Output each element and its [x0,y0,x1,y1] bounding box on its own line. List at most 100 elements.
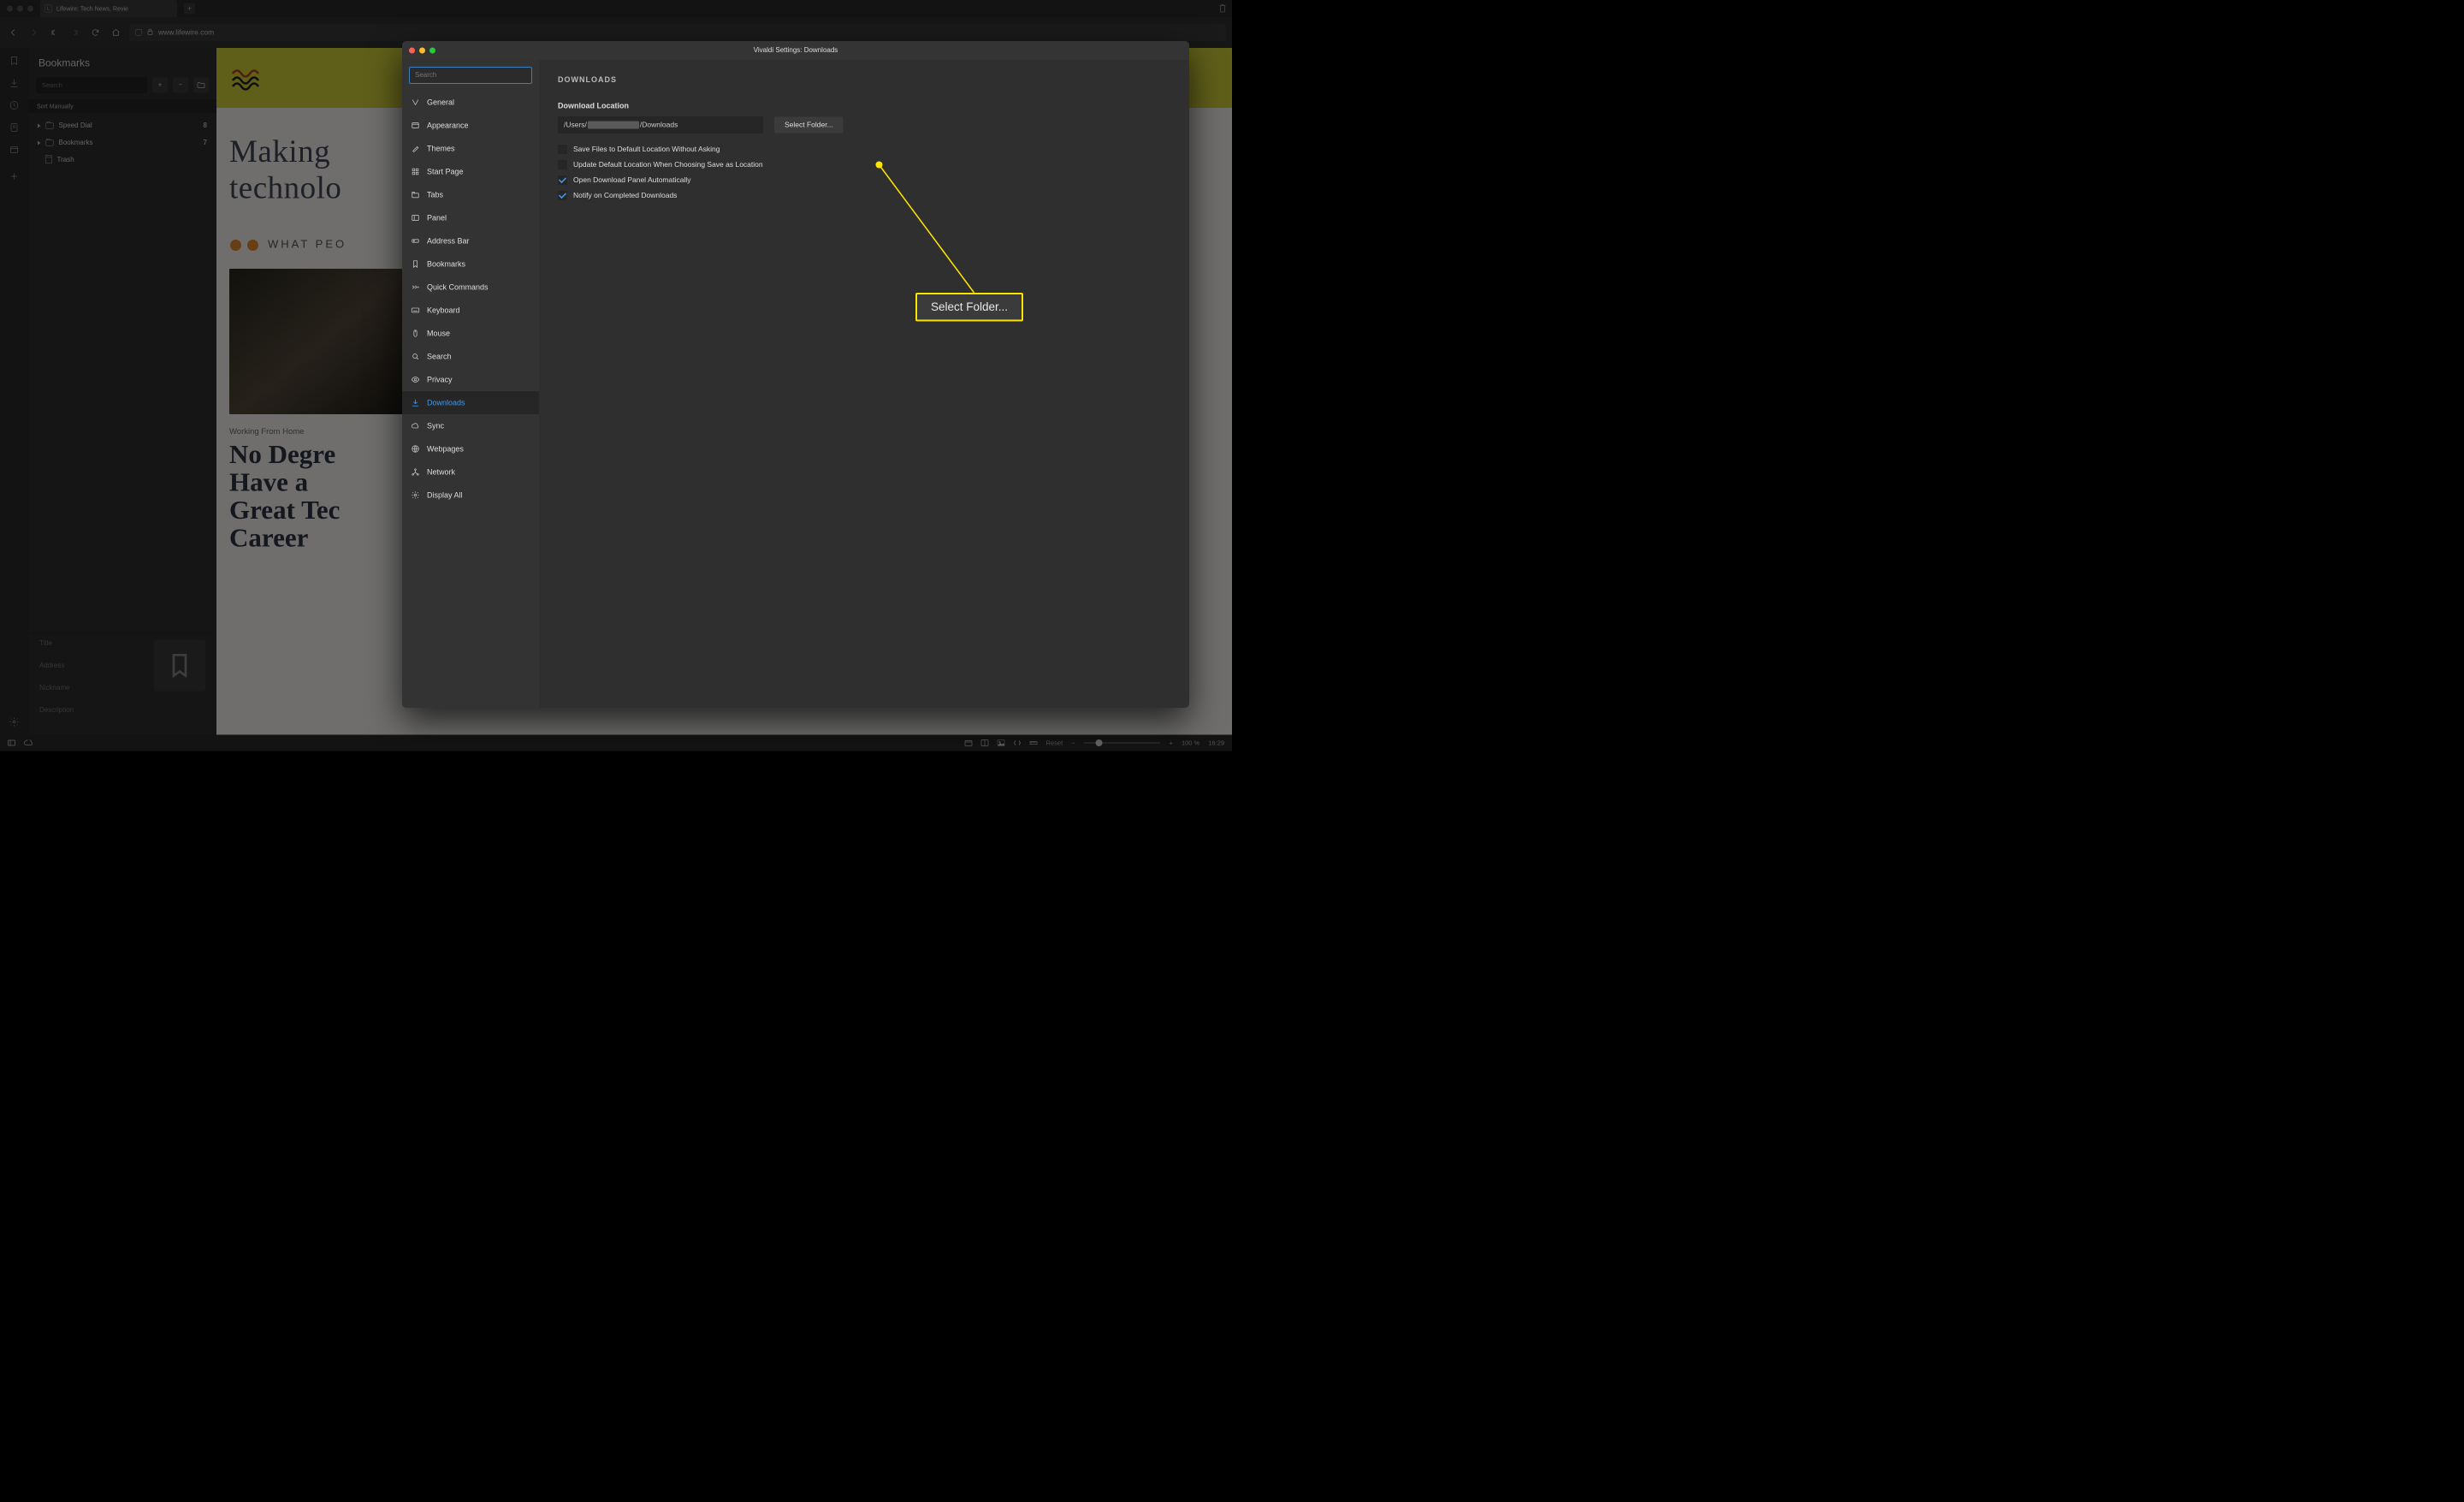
v-icon [411,98,420,107]
settings-nav-display-all[interactable]: Display All [402,484,539,507]
settings-nav-label: Keyboard [427,306,460,315]
settings-nav-start-page[interactable]: Start Page [402,160,539,183]
checkbox-icon [558,191,567,200]
tree-row-bookmarks[interactable]: Bookmarks 7 [34,134,210,151]
zoom-in-button[interactable]: + [1170,739,1173,747]
rewind-button[interactable] [47,26,62,40]
new-tab-button[interactable]: + [184,3,195,15]
tab-strip: L Lifewire: Tech News, Revie + [0,0,1232,17]
home-button[interactable] [109,26,123,40]
tree-row-trash[interactable]: Trash [34,151,210,169]
history-panel-icon[interactable] [9,100,20,110]
settings-nav-label: Sync [427,421,444,430]
capture-icon[interactable] [965,739,973,746]
chevrons-icon [411,282,420,292]
settings-nav-tabs[interactable]: Tabs [402,183,539,206]
tree-label: Trash [57,157,74,164]
expand-icon [38,124,41,128]
settings-search-input[interactable] [409,67,532,84]
bookmarks-panel-icon[interactable] [9,56,20,66]
settings-nav-bookmarks[interactable]: Bookmarks [402,252,539,276]
settings-nav-label: Quick Commands [427,282,489,292]
window-icon [411,121,420,130]
notes-panel-icon[interactable] [9,122,20,133]
add-bookmark-button[interactable]: + [152,78,168,93]
ruler-icon[interactable] [1030,739,1038,746]
download-option-3[interactable]: Notify on Completed Downloads [558,191,1170,200]
bookmarks-panel: Bookmarks + − Sort Manually Speed Dial 8… [28,48,216,735]
window-traffic-lights [7,6,33,12]
settings-nav-keyboard[interactable]: Keyboard [402,299,539,322]
detail-title-label: Title [39,640,145,657]
tabs-icon [411,190,420,199]
bookmarks-search-input[interactable] [36,77,147,93]
grid-icon [411,167,420,176]
download-option-1[interactable]: Update Default Location When Choosing Sa… [558,160,1170,169]
checkbox-label: Update Default Location When Choosing Sa… [573,161,763,169]
panel-title: Bookmarks [28,48,216,77]
tab-title: Lifewire: Tech News, Revie [56,5,128,12]
download-path-field[interactable]: /Users/ /Downloads [558,116,763,134]
sort-row[interactable]: Sort Manually [28,99,216,113]
download-location-label: Download Location [558,102,1170,111]
back-button[interactable] [6,26,21,40]
settings-nav-label: Webpages [427,444,464,454]
settings-gear-icon[interactable] [9,717,20,727]
settings-nav-downloads[interactable]: Downloads [402,391,539,414]
settings-nav-panel[interactable]: Panel [402,206,539,229]
page-actions-icon[interactable] [1014,739,1022,746]
settings-sidebar: GeneralAppearanceThemesStart Page Tabs Pan… [402,60,539,708]
mouse-icon [411,329,420,338]
add-panel-icon[interactable] [9,171,20,181]
glasses-icon [229,236,259,252]
settings-nav-network[interactable]: Network [402,460,539,484]
panel-toggle-icon[interactable] [8,740,15,746]
settings-nav-general[interactable]: General [402,91,539,114]
reload-button[interactable] [88,26,103,40]
sync-cloud-icon[interactable] [24,740,33,746]
folder-icon [46,140,54,146]
settings-nav-sync[interactable]: Sync [402,414,539,437]
new-folder-button[interactable] [193,78,209,93]
detail-nickname-label: Nickname [39,685,145,702]
settings-nav-quick-commands[interactable]: Quick Commands [402,276,539,299]
max-dot[interactable] [27,6,33,12]
tree-label: Bookmarks [59,140,93,147]
reset-zoom-button[interactable]: Reset [1046,739,1063,747]
url-text: www.lifewire.com [158,28,214,37]
address-bar[interactable]: www.lifewire.com [129,24,1226,41]
download-icon [411,398,420,407]
images-icon[interactable] [998,739,1005,746]
browser-tab[interactable]: L Lifewire: Tech News, Revie [40,0,177,17]
closed-tabs-trash-icon[interactable] [1218,3,1227,15]
gear-icon [411,490,420,500]
fast-forward-button[interactable] [68,26,82,40]
settings-nav-label: Tabs [427,190,443,199]
settings-nav-mouse[interactable]: Mouse [402,322,539,345]
download-option-2[interactable]: Open Download Panel Automatically [558,175,1170,185]
detail-address-label: Address [39,662,145,680]
settings-nav-address-bar[interactable]: Address Bar [402,229,539,252]
settings-nav-search[interactable]: Search [402,345,539,368]
download-option-0[interactable]: Save Files to Default Location Without A… [558,145,1170,154]
close-dot[interactable] [7,6,13,12]
tiling-icon[interactable] [981,739,989,746]
tree-row-speed-dial[interactable]: Speed Dial 8 [34,117,210,134]
downloads-panel-icon[interactable] [9,78,20,88]
select-folder-button[interactable]: Select Folder... [774,117,844,134]
min-dot[interactable] [17,6,23,12]
settings-window-title: Vivaldi Settings: Downloads [402,47,1189,55]
settings-content: DOWNLOADS Download Location /Users/ /Dow… [539,60,1189,708]
settings-nav-label: Search [427,352,452,361]
forward-button[interactable] [27,26,41,40]
settings-nav-themes[interactable]: Themes [402,137,539,160]
redacted-username [588,122,639,129]
zoom-out-button[interactable]: − [1071,739,1075,747]
settings-nav-appearance[interactable]: Appearance [402,114,539,137]
remove-bookmark-button[interactable]: − [173,78,188,93]
settings-nav-webpages[interactable]: Webpages [402,437,539,460]
window-panel-icon[interactable] [9,145,20,155]
zoom-slider[interactable] [1084,742,1161,744]
trash-icon [46,157,52,163]
settings-nav-privacy[interactable]: Privacy [402,368,539,391]
